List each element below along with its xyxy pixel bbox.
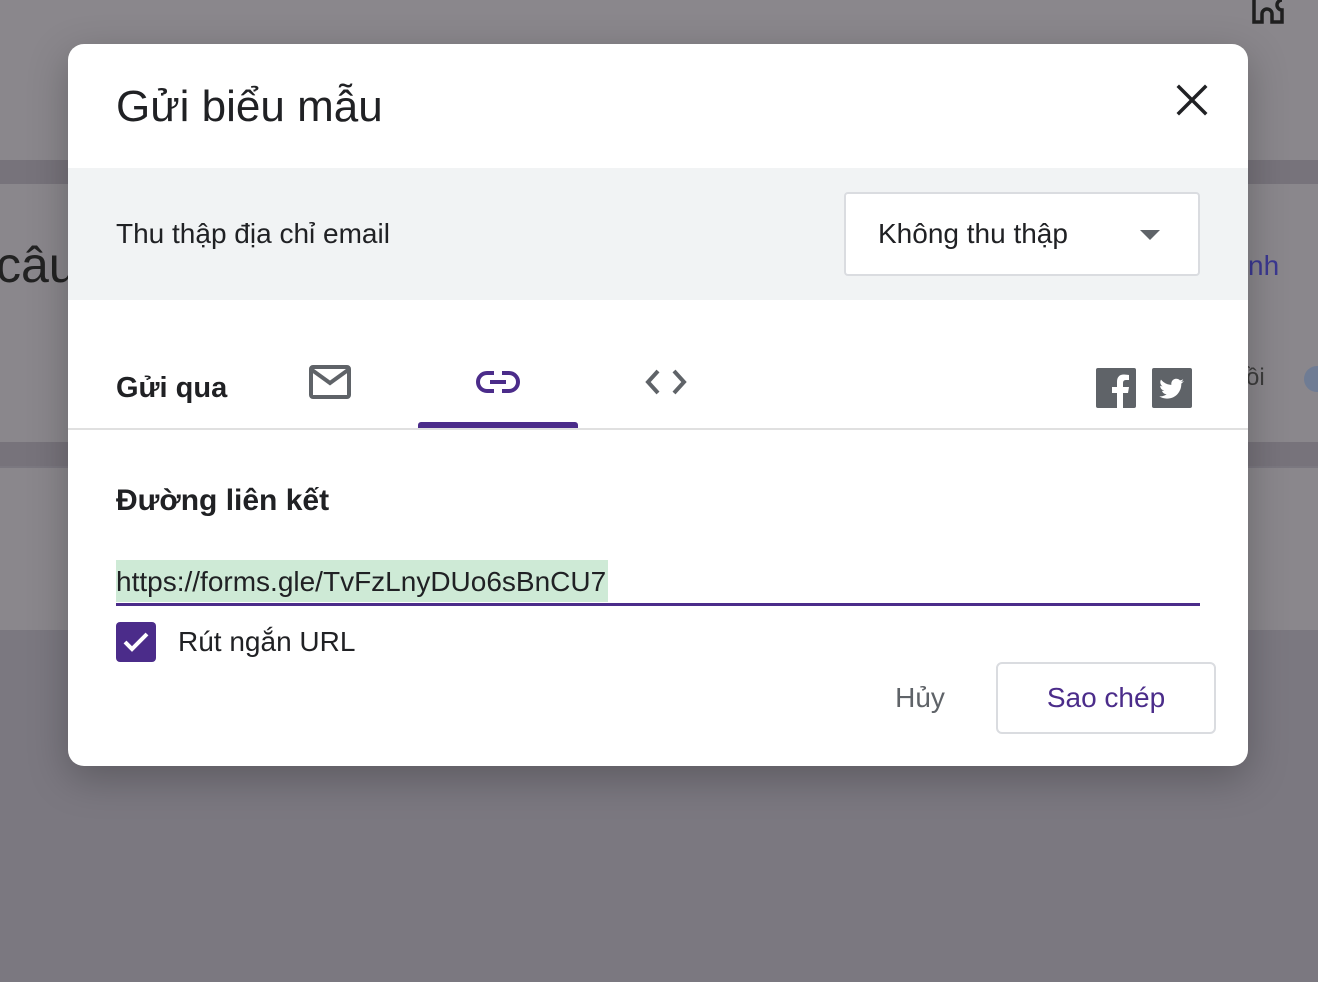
send-form-dialog: Gửi biểu mẫu Thu thập địa chỉ email Khôn… — [68, 44, 1248, 766]
shorten-url-label: Rút ngắn URL — [178, 626, 356, 657]
send-via-label: Gửi qua — [116, 372, 228, 404]
tab-divider — [68, 428, 1248, 430]
background-text: ồi — [1246, 364, 1265, 391]
send-via-row: Gửi qua — [68, 334, 1248, 430]
code-icon — [645, 369, 687, 395]
facebook-icon — [1096, 368, 1136, 408]
shorten-url-checkbox[interactable] — [116, 622, 156, 662]
copy-button[interactable]: Sao chép — [996, 662, 1216, 734]
link-section-heading: Đường liên kết — [116, 484, 330, 517]
background-text: câu — [0, 237, 77, 293]
dialog-title: Gửi biểu mẫu — [116, 82, 383, 131]
close-button[interactable] — [1166, 74, 1218, 126]
tab-embed[interactable] — [586, 334, 746, 430]
background-text: nh — [1248, 250, 1280, 281]
extension-icon — [1248, 0, 1296, 34]
email-collection-select[interactable]: Không thu thập — [844, 192, 1200, 276]
mail-icon — [309, 365, 351, 399]
email-collection-label: Thu thập địa chỉ email — [116, 218, 390, 249]
chevron-down-icon — [1140, 230, 1160, 240]
cancel-button[interactable]: Hủy — [876, 662, 964, 734]
twitter-icon — [1152, 368, 1192, 408]
tab-email[interactable] — [250, 334, 410, 430]
tab-link[interactable] — [418, 334, 578, 430]
link-icon — [476, 371, 520, 393]
link-field[interactable]: https://forms.gle/TvFzLnyDUo6sBnCU7 — [116, 556, 1200, 606]
link-url-input[interactable]: https://forms.gle/TvFzLnyDUo6sBnCU7 — [116, 560, 609, 602]
email-collection-value: Không thu thập — [878, 218, 1068, 249]
share-twitter-button[interactable] — [1152, 368, 1192, 408]
email-collection-section: Thu thập địa chỉ email Không thu thập — [68, 168, 1248, 300]
share-facebook-button[interactable] — [1096, 368, 1136, 408]
checkmark-icon — [123, 632, 149, 652]
close-icon — [1176, 84, 1208, 116]
